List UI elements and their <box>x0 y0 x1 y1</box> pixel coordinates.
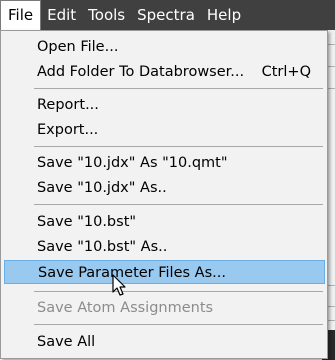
menu-item-save-all[interactable]: Save All <box>4 330 325 354</box>
menu-edit[interactable]: Edit <box>41 0 82 30</box>
menu-tools[interactable]: Tools <box>82 0 131 30</box>
menu-item-label: Export... <box>37 122 99 138</box>
menu-separator <box>34 291 323 292</box>
menu-item-label: Save "10.jdx" As "10.qmt" <box>37 155 228 171</box>
menu-help[interactable]: Help <box>201 0 247 30</box>
arrow-cursor-icon <box>112 274 126 296</box>
menu-item-open-file[interactable]: Open File... <box>4 35 325 59</box>
menu-item-save-bst[interactable]: Save "10.bst" <box>4 210 325 234</box>
menu-item-label: Save All <box>37 334 96 350</box>
menu-separator <box>34 324 323 325</box>
menu-item-label: Open File... <box>37 39 119 55</box>
menu-item-report[interactable]: Report... <box>4 93 325 117</box>
menu-item-label: Save Parameter Files As... <box>38 265 226 281</box>
menu-item-label: Save "10.bst" <box>37 214 137 230</box>
menu-item-save-jdx-as[interactable]: Save "10.jdx" As.. <box>4 176 325 200</box>
menu-item-label: Save Atom Assignments <box>37 300 214 316</box>
menu-file[interactable]: File <box>0 0 42 30</box>
menu-bar: File Edit Tools Spectra Help <box>0 0 335 30</box>
menu-spectra[interactable]: Spectra <box>131 0 201 30</box>
menu-item-label: Report... <box>37 97 99 113</box>
menu-item-save-bst-as[interactable]: Save "10.bst" As.. <box>4 235 325 259</box>
file-menu-dropdown: Open File... Add Folder To Databrowser..… <box>0 30 328 359</box>
menu-item-save-atom-assignments: Save Atom Assignments <box>4 296 325 320</box>
menu-separator <box>34 88 323 89</box>
menu-item-save-parameter-files-as[interactable]: Save Parameter Files As... <box>4 260 325 284</box>
menu-separator <box>34 146 323 147</box>
menu-item-add-folder[interactable]: Add Folder To Databrowser... Ctrl+Q <box>4 60 325 84</box>
menu-item-label: Save "10.bst" As.. <box>37 239 168 255</box>
menu-item-shortcut: Ctrl+Q <box>261 64 311 80</box>
menu-item-export[interactable]: Export... <box>4 118 325 142</box>
menu-item-save-jdx-as-qmt[interactable]: Save "10.jdx" As "10.qmt" <box>4 151 325 175</box>
menu-item-label: Save "10.jdx" As.. <box>37 180 167 196</box>
menu-separator <box>34 204 323 205</box>
menu-item-label: Add Folder To Databrowser... <box>37 64 245 80</box>
